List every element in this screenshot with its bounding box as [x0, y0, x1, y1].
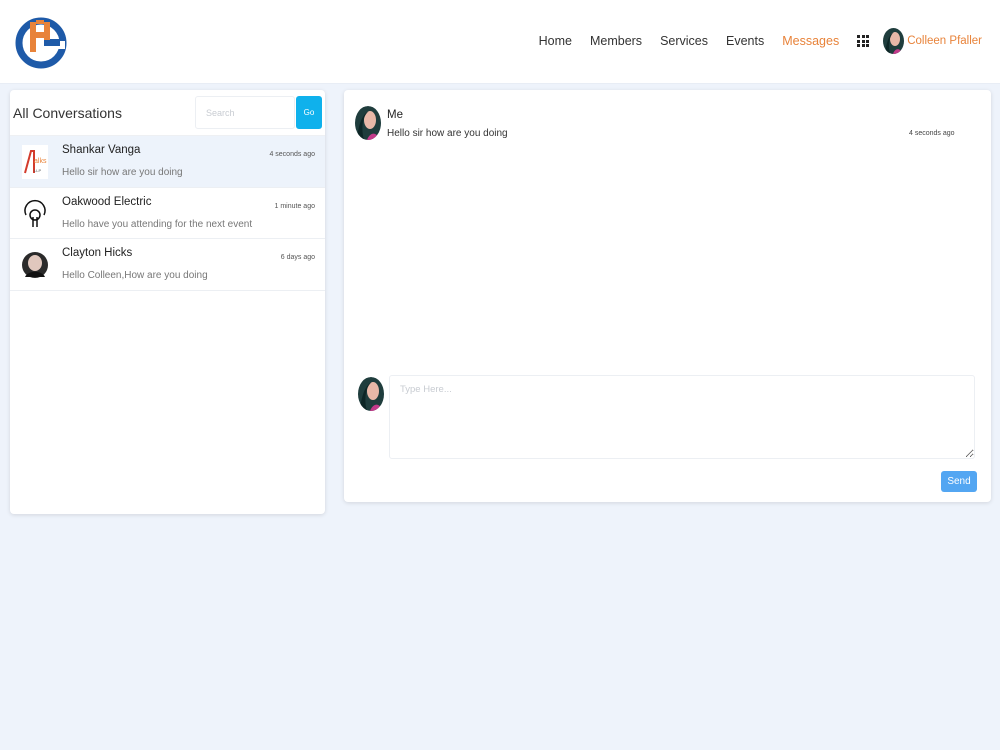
nav-services[interactable]: Services: [660, 34, 708, 48]
message-time: 4 seconds ago: [909, 130, 955, 137]
grid-icon[interactable]: [857, 35, 870, 47]
conversation-time: 1 minute ago: [274, 202, 315, 210]
conversation-item-clayton-hicks[interactable]: Clayton Hicks 6 days ago Hello Colleen,H…: [10, 239, 325, 291]
conversation-item-oakwood-electric[interactable]: Oakwood Electric 1 minute ago Hello have…: [10, 188, 325, 239]
user-avatar: [883, 28, 905, 54]
conversation-time: 4 seconds ago: [269, 151, 315, 158]
person-avatar: [22, 248, 48, 282]
nav-home[interactable]: Home: [539, 34, 572, 48]
send-button[interactable]: Send: [941, 471, 977, 492]
conversations-panel: All Conversations Go alks LLP Shankar Va…: [10, 90, 325, 514]
nav-messages[interactable]: Messages: [782, 34, 839, 48]
conversation-preview: Hello Colleen,How are you doing: [62, 270, 208, 281]
company-logo-avatar: alks LLP: [22, 145, 48, 179]
message-sender: Me: [387, 109, 403, 121]
conversation-item-shankar-vanga[interactable]: alks LLP Shankar Vanga 4 seconds ago Hel…: [10, 136, 325, 188]
nav-events[interactable]: Events: [726, 34, 764, 48]
conversations-header: All Conversations Go: [10, 90, 325, 136]
conversations-title: All Conversations: [13, 105, 122, 121]
conversation-time: 6 days ago: [280, 254, 315, 261]
lightbulb-logo-avatar: [22, 196, 48, 231]
top-navbar: Home Members Services Events Messages Co…: [0, 0, 1000, 84]
compose-avatar: [358, 377, 384, 411]
message-input[interactable]: [389, 375, 975, 459]
svg-text:LLP: LLP: [34, 168, 41, 173]
conversation-preview: Hello sir how are you doing: [62, 167, 183, 178]
nav-members[interactable]: Members: [590, 34, 642, 48]
conversation-name: Shankar Vanga: [62, 144, 141, 156]
conversation-preview: Hello have you attending for the next ev…: [62, 218, 253, 230]
search-input[interactable]: [195, 96, 295, 129]
svg-text:alks: alks: [34, 158, 47, 165]
brand-logo[interactable]: [14, 8, 68, 78]
chat-message: Me Hello sir how are you doing 4 seconds…: [355, 106, 955, 146]
message-text: Hello sir how are you doing: [387, 128, 508, 139]
conversation-name: Oakwood Electric: [62, 195, 152, 208]
chat-panel: Me Hello sir how are you doing 4 seconds…: [344, 90, 991, 502]
sender-avatar: [355, 106, 381, 140]
main-nav: Home Members Services Events Messages Co…: [521, 26, 982, 56]
go-button[interactable]: Go: [296, 96, 322, 129]
conversation-name: Clayton Hicks: [62, 247, 133, 259]
user-name: Colleen Pfaller: [907, 35, 982, 47]
user-menu[interactable]: Colleen Pfaller: [883, 28, 982, 54]
